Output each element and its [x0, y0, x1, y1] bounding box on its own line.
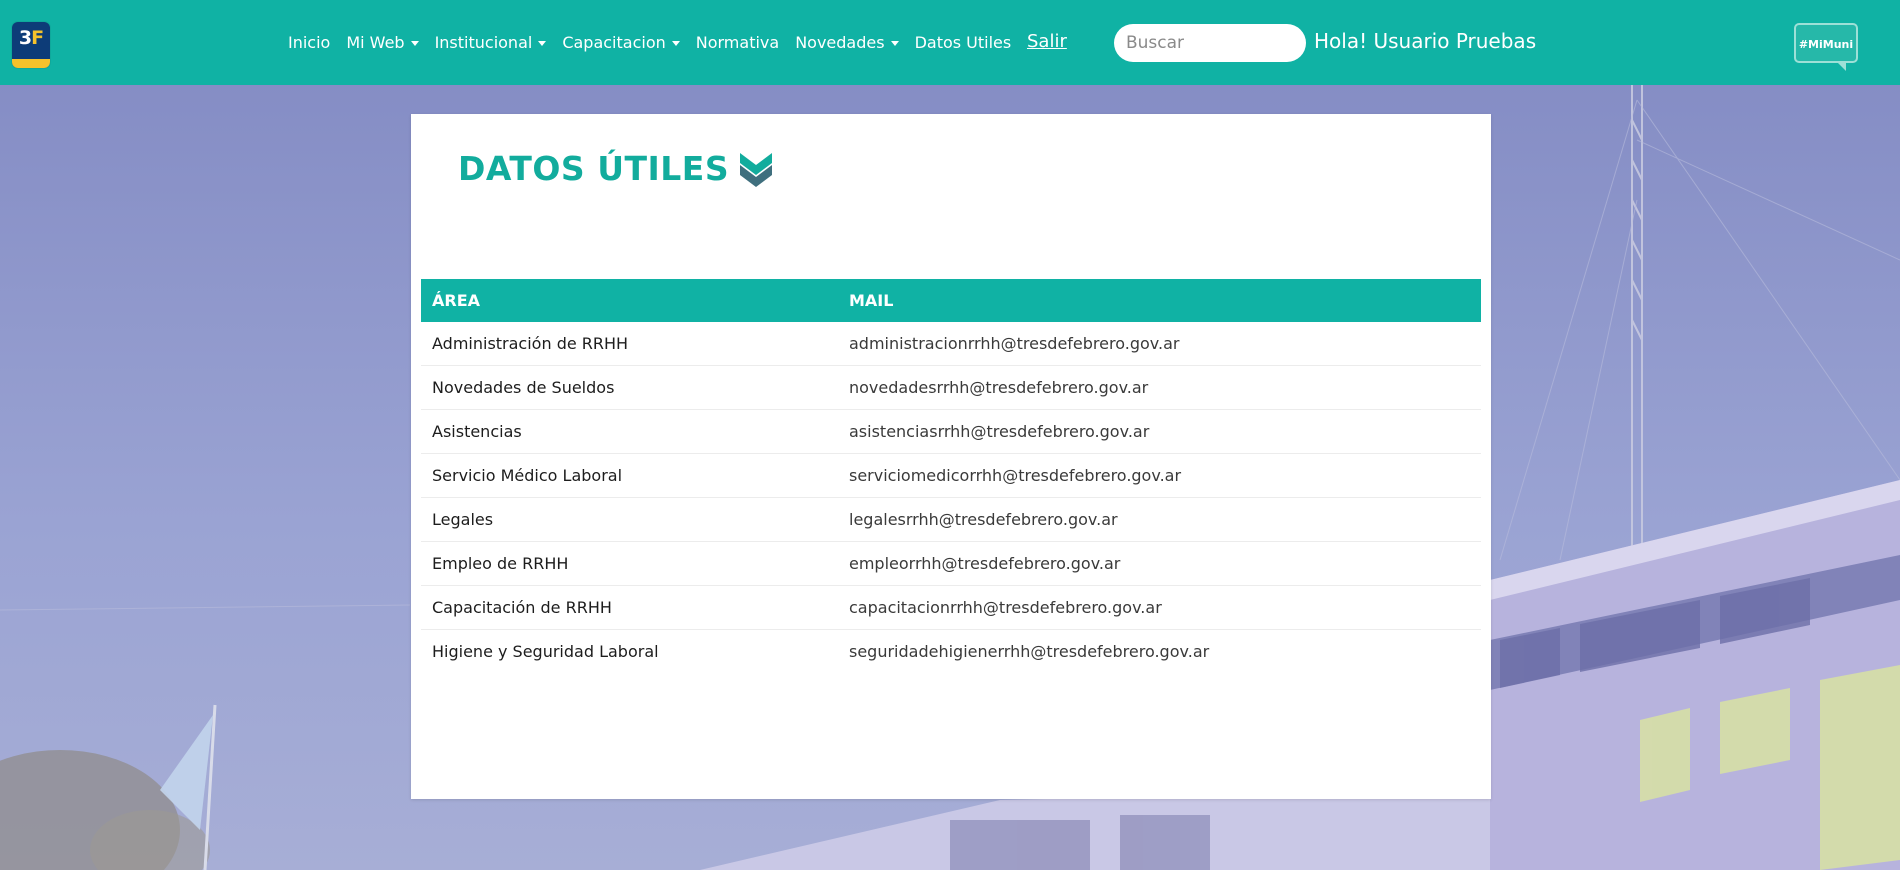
user-greeting: Hola! Usuario Pruebas: [1314, 29, 1537, 53]
mail-cell[interactable]: serviciomedicorrhh@tresdefebrero.gov.ar: [838, 453, 1481, 498]
content-card: DATOS ÚTILES ÁREA MAIL Administración de…: [411, 114, 1491, 799]
mimuni-badge-button[interactable]: #MiMuni: [1794, 23, 1858, 71]
table-row: Administración de RRHH administracionrrh…: [421, 322, 1481, 366]
nav-item-novedades[interactable]: Novedades: [795, 33, 899, 52]
table-row: Servicio Médico Laboral serviciomedicorr…: [421, 453, 1481, 498]
table-header-row: ÁREA MAIL: [421, 279, 1481, 322]
nav-label: Inicio: [288, 33, 331, 52]
area-cell: Novedades de Sueldos: [421, 365, 838, 410]
table-row: Capacitación de RRHH capacitacionrrhh@tr…: [421, 585, 1481, 630]
table-row: Empleo de RRHH empleorrhh@tresdefebrero.…: [421, 541, 1481, 586]
area-cell: Capacitación de RRHH: [421, 585, 838, 630]
table-row: Novedades de Sueldos novedadesrrhh@tresd…: [421, 365, 1481, 410]
nav-label: Novedades: [795, 33, 885, 52]
mail-cell[interactable]: empleorrhh@tresdefebrero.gov.ar: [838, 541, 1481, 586]
mail-cell[interactable]: novedadesrrhh@tresdefebrero.gov.ar: [838, 365, 1481, 410]
nav-item-capacitacion[interactable]: Capacitacion: [562, 33, 680, 52]
nav-item-datos-utiles[interactable]: Datos Utiles: [915, 33, 1012, 52]
top-navbar: 3F Inicio Mi Web Institucional Capacitac…: [0, 0, 1900, 85]
brand-logo[interactable]: 3F: [12, 22, 50, 68]
nav-item-institucional[interactable]: Institucional: [435, 33, 547, 52]
column-header-area: ÁREA: [421, 279, 838, 322]
nav-label: Normativa: [695, 33, 780, 52]
page-title-row: DATOS ÚTILES: [458, 149, 773, 188]
nav-item-normativa[interactable]: Normativa: [696, 33, 779, 52]
mail-cell[interactable]: asistenciasrrhh@tresdefebrero.gov.ar: [838, 409, 1481, 454]
useful-data-table: ÁREA MAIL Administración de RRHH adminis…: [421, 279, 1481, 673]
mail-cell[interactable]: capacitacionrrhh@tresdefebrero.gov.ar: [838, 585, 1481, 630]
double-chevron-down-icon: [740, 152, 773, 187]
area-cell: Empleo de RRHH: [421, 541, 838, 586]
logout-link[interactable]: Salir: [1027, 31, 1067, 52]
logo-text: 3F: [18, 27, 44, 49]
nav-item-inicio[interactable]: Inicio: [288, 33, 330, 52]
caret-down-icon: [538, 41, 547, 46]
caret-down-icon: [410, 41, 419, 46]
nav-item-mi-web[interactable]: Mi Web: [346, 33, 419, 52]
mail-cell[interactable]: legalesrrhh@tresdefebrero.gov.ar: [838, 497, 1481, 542]
search-input[interactable]: [1114, 24, 1306, 62]
nav-label: Mi Web: [346, 33, 405, 52]
nav-label: Institucional: [434, 33, 533, 52]
nav-label: Datos Utiles: [914, 33, 1012, 52]
area-cell: Servicio Médico Laboral: [421, 453, 838, 498]
caret-down-icon: [890, 41, 899, 46]
column-header-mail: MAIL: [838, 279, 1481, 322]
area-cell: Higiene y Seguridad Laboral: [432, 642, 659, 661]
logo-band: [12, 59, 50, 68]
table-row: Higiene y Seguridad Laboral seguridadehi…: [421, 630, 1481, 674]
area-cell: Legales: [421, 497, 838, 542]
nav-label: Capacitacion: [562, 33, 666, 52]
caret-down-icon: [671, 41, 680, 46]
table-row: Asistencias asistenciasrrhh@tresdefebrer…: [421, 409, 1481, 454]
table-row: Legales legalesrrhh@tresdefebrero.gov.ar: [421, 497, 1481, 542]
mail-cell[interactable]: seguridadehigienerrhh@tresdefebrero.gov.…: [838, 630, 1481, 674]
mail-cell[interactable]: administracionrrhh@tresdefebrero.gov.ar: [838, 322, 1481, 366]
area-cell: Asistencias: [421, 409, 838, 454]
page-title: DATOS ÚTILES: [458, 149, 730, 188]
main-nav: Inicio Mi Web Institucional Capacitacion…: [288, 0, 1011, 85]
area-cell: Administración de RRHH: [421, 322, 838, 366]
